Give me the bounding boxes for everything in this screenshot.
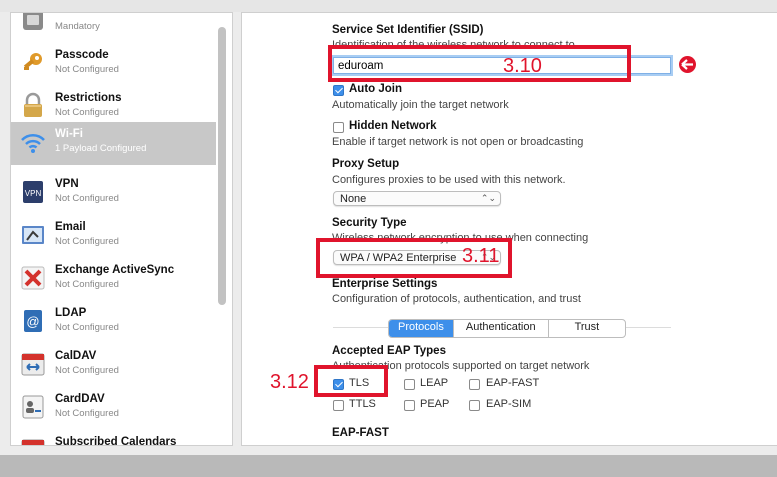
annotation-label-eap: 3.12 [270,371,309,393]
auto-join-desc: Automatically join the target network [332,99,509,111]
proxy-desc: Configures proxies to be used with this … [332,174,566,186]
sidebar-item-title: VPN [55,178,79,190]
sidebar-item-sub: Not Configured [55,193,119,204]
eap-fast-label: EAP-FAST [486,377,540,389]
sidebar-item-caldav[interactable]: CalDAV Not Configured [11,344,216,387]
proxy-select[interactable]: None ⌃⌄ [333,191,501,206]
vpn-icon: VPN [19,178,47,206]
eap-peap-checkbox[interactable] [404,400,415,411]
auto-join-label: Auto Join [349,83,403,95]
sidebar-item-title: Passcode [55,49,109,61]
window-top-edge [0,0,777,12]
sidebar-item-sub: Not Configured [55,279,119,290]
calendar-icon [19,350,47,378]
eap-peap-label: PEAP [420,398,450,410]
window-bottom-bar [0,455,777,477]
contacts-icon [19,393,47,421]
payload-sidebar: Mandatory Passcode Not Configured Restri… [10,12,233,446]
auto-join-checkbox[interactable] [333,85,344,96]
sidebar-item-general[interactable]: Mandatory [11,13,216,43]
enterprise-settings-desc: Configuration of protocols, authenticati… [332,293,581,305]
annotation-label-security: 3.11 [462,245,500,267]
sidebar-item-sub: Not Configured [55,64,119,75]
arrow-left-icon [679,56,696,73]
sidebar-item-carddav[interactable]: CardDAV Not Configured [11,387,216,430]
sidebar-item-title: LDAP [55,307,87,319]
eap-sim-checkbox[interactable] [469,400,480,411]
security-type-label: Security Type [332,217,407,229]
wifi-icon [19,128,47,156]
annotation-label-ssid: 3.10 [503,55,542,77]
eap-fast-section-label: EAP-FAST [332,427,389,439]
eap-ttls-label: TTLS [349,398,376,410]
proxy-label: Proxy Setup [332,158,400,170]
eap-types-label: Accepted EAP Types [332,345,446,357]
sidebar-item-title: Restrictions [55,92,122,104]
ldap-icon: @ [19,307,47,335]
sidebar-item-passcode[interactable]: Passcode Not Configured [11,43,216,86]
eap-sim-label: EAP-SIM [486,398,532,410]
calendar-icon [19,436,47,445]
email-icon [19,221,47,249]
sidebar-item-vpn[interactable]: VPN VPN Not Configured [11,172,216,215]
sidebar-item-title: CardDAV [55,393,105,405]
tab-protocols[interactable]: Protocols [389,320,454,337]
sidebar-item-sub: Not Configured [55,408,119,419]
hidden-network-desc: Enable if target network is not open or … [332,136,584,148]
tab-authentication[interactable]: Authentication [454,320,549,337]
sidebar-item-sub: Not Configured [55,365,119,376]
key-icon [19,49,47,77]
annotation-box-eap [314,365,388,397]
svg-text:@: @ [26,314,39,329]
eap-ttls-checkbox[interactable] [333,400,344,411]
sidebar-item-title: Email [55,221,86,233]
ssid-label: Service Set Identifier (SSID) [332,24,484,36]
hidden-network-label: Hidden Network [349,120,437,132]
enterprise-tabs: Protocols Authentication Trust [388,319,627,338]
proxy-select-value: None [340,193,367,205]
sidebar-item-subscribed-calendars[interactable]: Subscribed Calendars [11,430,216,446]
lock-icon [19,92,47,120]
eap-leap-label: LEAP [420,377,449,389]
annotation-box-ssid [328,45,631,82]
sidebar-item-title: Wi-Fi [55,128,83,140]
sidebar-item-email[interactable]: Email Not Configured [11,215,216,258]
chevron-updown-icon: ⌃⌄ [480,193,496,203]
eap-fast-checkbox[interactable] [469,379,480,390]
sidebar-scrollbar[interactable] [218,27,226,305]
eap-leap-checkbox[interactable] [404,379,415,390]
sidebar-item-ldap[interactable]: @ LDAP Not Configured [11,301,216,344]
sidebar-item-title: CalDAV [55,350,97,362]
sidebar-item-wifi[interactable]: Wi-Fi 1 Payload Configured [11,122,216,165]
sidebar-item-sub: Mandatory [55,21,100,32]
sidebar-item-title: Exchange ActiveSync [55,264,175,276]
sidebar-item-sub: Not Configured [55,322,119,333]
general-icon [19,13,47,34]
svg-text:VPN: VPN [25,189,42,198]
sidebar-item-exchange[interactable]: Exchange ActiveSync Not Configured [11,258,216,301]
enterprise-settings-label: Enterprise Settings [332,278,438,290]
sidebar-item-sub: 1 Payload Configured [55,143,147,154]
hidden-network-checkbox[interactable] [333,122,344,133]
sidebar-item-title: Subscribed Calendars [55,436,177,446]
exchange-icon [19,264,47,292]
sidebar-item-sub: Not Configured [55,107,119,118]
tab-trust[interactable]: Trust [549,320,626,337]
sidebar-item-sub: Not Configured [55,236,119,247]
